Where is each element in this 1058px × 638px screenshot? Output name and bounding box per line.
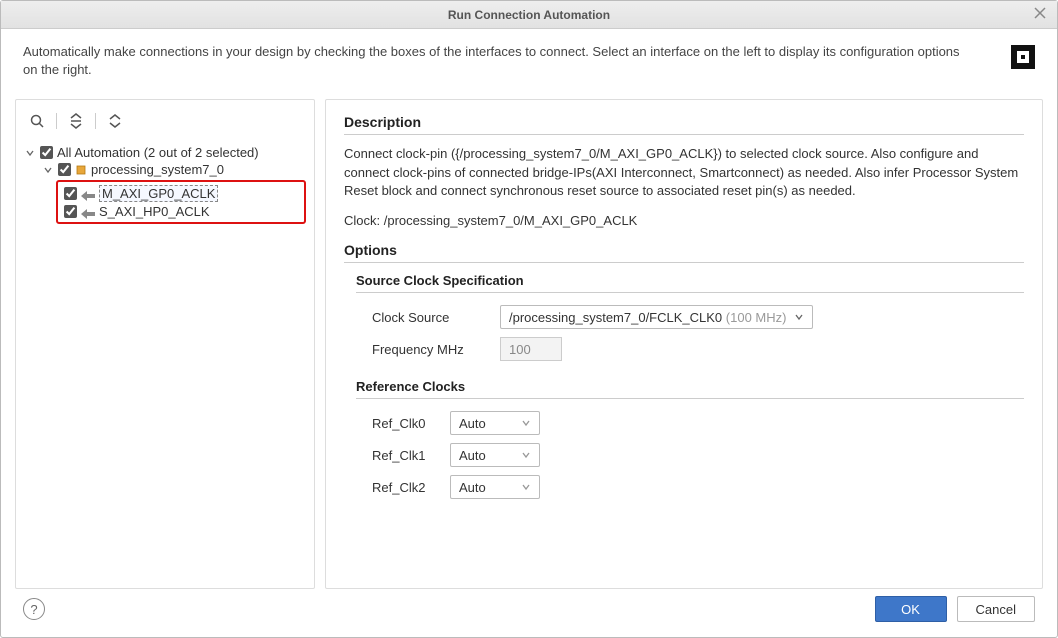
ok-button[interactable]: OK — [875, 596, 947, 622]
clock-source-dropdown[interactable]: /processing_system7_0/FCLK_CLK0 (100 MHz… — [500, 305, 813, 329]
chevron-down-icon[interactable] — [42, 165, 54, 175]
window-title: Run Connection Automation — [448, 8, 610, 22]
amd-logo-icon — [1011, 45, 1035, 69]
clock-source-label: Clock Source — [372, 310, 482, 325]
main-area: All Automation (2 out of 2 selected) pro… — [1, 89, 1057, 593]
chevron-down-icon — [521, 480, 531, 495]
tree-root-label: All Automation (2 out of 2 selected) — [57, 145, 259, 160]
reference-clocks-section: Reference Clocks Ref_Clk0 Auto Ref_Clk1 … — [344, 379, 1024, 499]
cancel-button[interactable]: Cancel — [957, 596, 1035, 622]
tree-pin2-label: S_AXI_HP0_ACLK — [99, 204, 210, 219]
toolbar-separator — [95, 113, 96, 129]
refclk2-dropdown[interactable]: Auto — [450, 475, 540, 499]
refclk0-value: Auto — [459, 416, 513, 431]
tree-panel: All Automation (2 out of 2 selected) pro… — [15, 99, 315, 589]
clock-source-value: /processing_system7_0/FCLK_CLK0 (100 MHz… — [509, 310, 786, 325]
clock-pin-icon — [81, 189, 95, 199]
refclk2-value: Auto — [459, 480, 513, 495]
tree-pin1-label: M_AXI_GP0_ACLK — [99, 185, 218, 202]
pin2-checkbox[interactable] — [64, 205, 77, 218]
toolbar-separator — [56, 113, 57, 129]
refclk2-label: Ref_Clk2 — [372, 480, 432, 495]
tree-root-row[interactable]: All Automation (2 out of 2 selected) — [24, 144, 306, 161]
refclk2-row: Ref_Clk2 Auto — [372, 475, 1024, 499]
chevron-down-icon — [521, 416, 531, 431]
details-panel: Description Connect clock-pin ({/process… — [325, 99, 1043, 589]
root-checkbox[interactable] — [40, 146, 53, 159]
refclk1-value: Auto — [459, 448, 513, 463]
device-checkbox[interactable] — [58, 163, 71, 176]
collapse-all-icon[interactable] — [65, 110, 87, 132]
source-clock-section: Source Clock Specification Clock Source … — [344, 273, 1024, 361]
highlight-box: M_AXI_GP0_ACLK S_AXI_HP0_ACLK — [56, 180, 306, 224]
options-heading: Options — [344, 242, 1024, 263]
search-icon[interactable] — [26, 110, 48, 132]
intro-text: Automatically make connections in your d… — [23, 43, 963, 79]
intro-section: Automatically make connections in your d… — [1, 29, 1057, 89]
refclk0-label: Ref_Clk0 — [372, 416, 432, 431]
description-heading: Description — [344, 114, 1024, 135]
footer: ? OK Cancel — [1, 593, 1057, 637]
pin1-checkbox[interactable] — [64, 187, 77, 200]
tree-pin2-row[interactable]: S_AXI_HP0_ACLK — [58, 203, 300, 220]
ip-block-icon — [75, 164, 87, 176]
clock-pin-icon — [81, 207, 95, 217]
description-body: Connect clock-pin ({/processing_system7_… — [344, 145, 1024, 200]
expand-all-icon[interactable] — [104, 110, 126, 132]
tree-pin1-row[interactable]: M_AXI_GP0_ACLK — [58, 184, 300, 203]
tree-device-label: processing_system7_0 — [91, 162, 224, 177]
close-icon[interactable] — [1033, 6, 1049, 22]
refclk0-row: Ref_Clk0 Auto — [372, 411, 1024, 435]
tree-toolbar — [24, 108, 306, 140]
frequency-input — [500, 337, 562, 361]
refclk1-row: Ref_Clk1 Auto — [372, 443, 1024, 467]
refclk1-dropdown[interactable]: Auto — [450, 443, 540, 467]
chevron-down-icon[interactable] — [24, 148, 36, 158]
automation-tree: All Automation (2 out of 2 selected) pro… — [24, 140, 306, 224]
clock-source-row: Clock Source /processing_system7_0/FCLK_… — [372, 305, 1024, 329]
refclk1-label: Ref_Clk1 — [372, 448, 432, 463]
frequency-row: Frequency MHz — [372, 337, 1024, 361]
reference-clocks-heading: Reference Clocks — [356, 379, 1024, 399]
titlebar: Run Connection Automation — [1, 1, 1057, 29]
description-clock-line: Clock: /processing_system7_0/M_AXI_GP0_A… — [344, 212, 1024, 230]
help-icon[interactable]: ? — [23, 598, 45, 620]
source-spec-heading: Source Clock Specification — [356, 273, 1024, 293]
refclk0-dropdown[interactable]: Auto — [450, 411, 540, 435]
dialog-window: Run Connection Automation Automatically … — [0, 0, 1058, 638]
chevron-down-icon — [794, 310, 804, 325]
frequency-label: Frequency MHz — [372, 342, 482, 357]
tree-device-row[interactable]: processing_system7_0 — [24, 161, 306, 178]
chevron-down-icon — [521, 448, 531, 463]
